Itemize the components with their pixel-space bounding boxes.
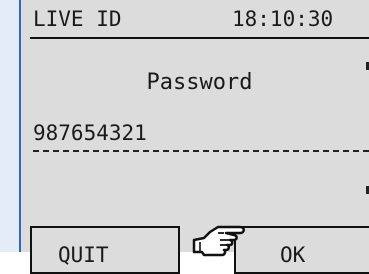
pointing-hand-icon [192,225,245,257]
header-divider [30,37,369,39]
quit-button[interactable]: QUIT [30,226,180,274]
quit-button-label: QUIT [58,243,109,267]
prompt-title: Password [146,70,253,95]
password-field[interactable]: 987654321 [33,120,147,146]
header-label: LIVE ID [33,7,122,31]
device-bezel [0,0,19,252]
password-underline [33,150,369,152]
header-clock: 18:10:30 [232,7,334,31]
ok-button[interactable]: OK [234,226,369,274]
ok-button-label: OK [280,243,306,267]
